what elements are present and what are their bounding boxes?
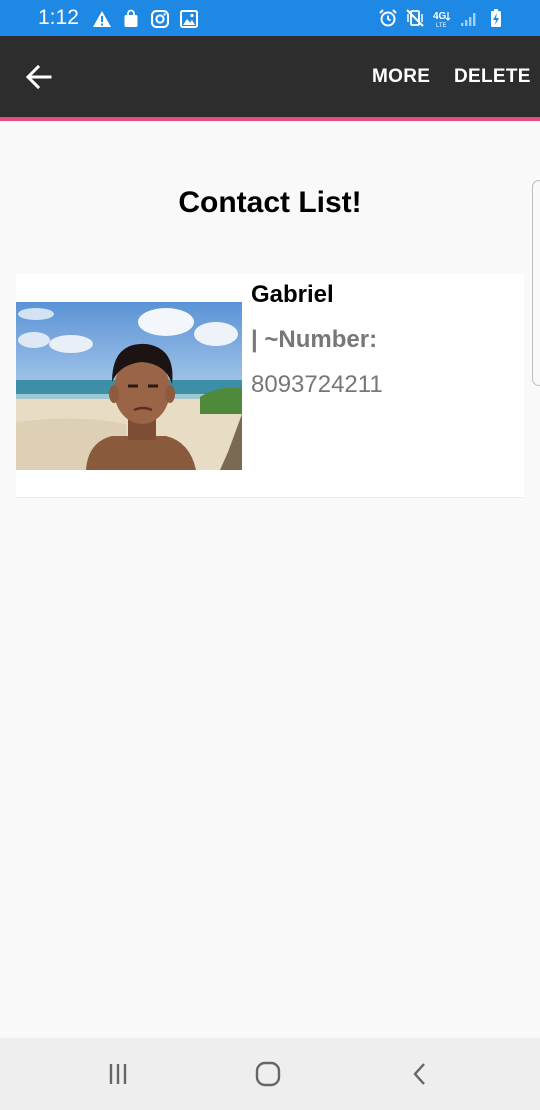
4g-lte-icon: 4GLTE	[433, 11, 451, 28]
svg-text:LTE: LTE	[436, 23, 447, 28]
app-bar: MORE DELETE	[0, 36, 540, 117]
beach-selfie-photo	[16, 302, 242, 470]
contact-number: 8093724211	[251, 371, 383, 398]
contact-photo	[16, 302, 242, 470]
nav-back-button[interactable]	[400, 1058, 440, 1090]
back-icon	[413, 1063, 425, 1085]
status-right-icons: 4G LTE	[378, 8, 506, 28]
page-title: Contact List!	[178, 186, 362, 219]
alarm-icon	[379, 9, 397, 27]
signal-icon	[461, 13, 476, 26]
shopping-bag-icon	[124, 9, 138, 27]
more-button[interactable]: MORE	[372, 66, 430, 88]
back-button[interactable]	[20, 58, 58, 96]
recents-icon	[109, 1064, 127, 1084]
delete-button[interactable]: DELETE	[454, 66, 531, 88]
home-icon	[255, 1061, 281, 1087]
system-nav-bar	[0, 1038, 540, 1110]
svg-text:4G: 4G	[433, 11, 447, 22]
home-button[interactable]	[248, 1058, 288, 1090]
battery-charging-icon	[491, 9, 501, 27]
status-time: 1:12	[38, 6, 79, 29]
vibrate-mute-icon	[406, 9, 424, 27]
scroll-indicator	[532, 180, 540, 386]
recents-button[interactable]	[98, 1058, 138, 1090]
instagram-icon	[151, 10, 169, 28]
contact-name: Gabriel	[251, 281, 334, 308]
gallery-icon	[180, 10, 198, 28]
status-left-icons	[92, 9, 199, 29]
app-bar-accent-line	[0, 117, 540, 121]
warning-icon	[93, 11, 111, 27]
contact-number-label: | ~Number:	[251, 326, 378, 353]
contact-card[interactable]: Gabriel | ~Number: 8093724211	[16, 274, 524, 498]
arrow-back-icon	[25, 64, 52, 90]
status-bar: 1:12 4G LTE	[0, 0, 540, 36]
